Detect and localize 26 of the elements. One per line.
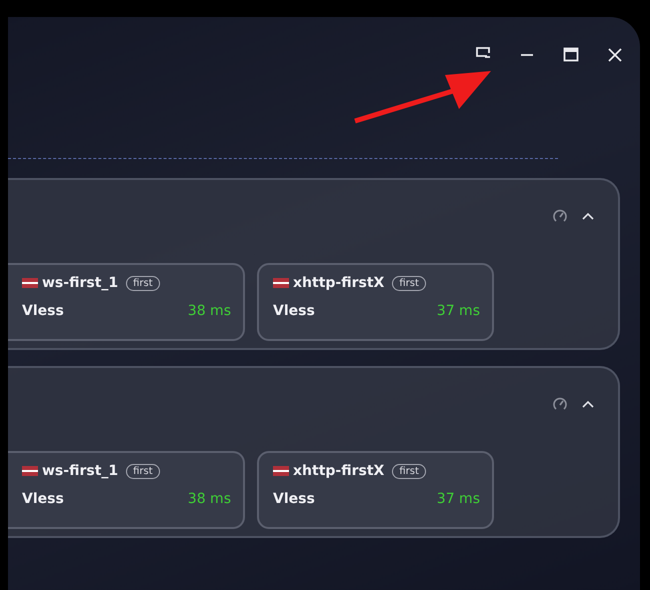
latency-label: 38 ms	[188, 303, 231, 319]
server-card[interactable]: ws-first_1 first Vless 38 ms	[8, 451, 245, 529]
protocol-label: Vless	[22, 491, 64, 507]
protocol-label: Vless	[273, 491, 315, 507]
server-card[interactable]: xhttp-firstX first Vless 37 ms	[257, 451, 494, 529]
server-tag: first	[126, 276, 160, 290]
flag-icon	[22, 278, 38, 288]
flag-icon	[22, 466, 38, 476]
speedometer-icon[interactable]	[552, 396, 568, 412]
latency-label: 37 ms	[436, 491, 480, 507]
server-tag: first	[392, 464, 426, 478]
server-name: ws-first_1	[42, 463, 118, 479]
protocol-label: Vless	[22, 303, 64, 319]
server-tag: first	[392, 276, 426, 290]
server-name: ws-first_1	[42, 275, 118, 291]
server-name: xhttp-firstX	[293, 463, 384, 479]
protocol-label: Vless	[273, 303, 315, 319]
flag-icon	[273, 466, 289, 476]
server-tag: first	[126, 464, 160, 478]
server-card[interactable]: ws-first_1 first Vless 38 ms	[8, 263, 245, 341]
speedometer-icon[interactable]	[552, 208, 568, 224]
flag-icon	[273, 278, 289, 288]
latency-label: 38 ms	[188, 491, 231, 507]
server-card[interactable]: xhttp-firstX first Vless 37 ms	[257, 263, 494, 341]
latency-label: 37 ms	[436, 303, 480, 319]
server-name: xhttp-firstX	[293, 275, 384, 291]
